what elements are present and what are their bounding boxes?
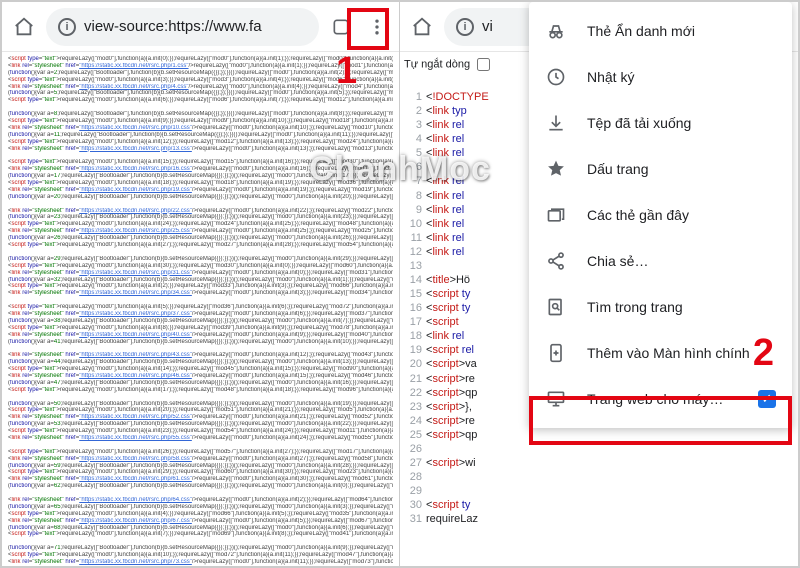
menu-item-desktop[interactable]: Trang web cho máy… ✓: [529, 376, 792, 422]
url-text: view-source:https://www.fa: [84, 18, 262, 35]
menu-item-star[interactable]: Dấu trang: [529, 146, 792, 192]
more-menu-button[interactable]: [363, 13, 391, 41]
menu-item-history[interactable]: Nhật ký: [529, 54, 792, 100]
menu-item-label: Trang web cho máy…: [587, 391, 738, 407]
menu-item-label: Các thẻ gần đây: [587, 207, 776, 223]
url-text: vi: [482, 18, 493, 35]
menu-item-label: Nhật ký: [587, 69, 776, 85]
source-viewer-left: <script type="text">requireLazy(["mod0"]…: [2, 52, 399, 566]
overflow-menu: Thẻ Ẩn danh mới Nhật ký Tệp đã tải xuống Dấ…: [529, 2, 792, 428]
menu-item-label: Thêm vào Màn hình chính: [587, 345, 776, 361]
tabs-button[interactable]: [327, 13, 355, 41]
info-icon: i: [456, 18, 474, 36]
menu-item-addhome[interactable]: Thêm vào Màn hình chính: [529, 330, 792, 376]
menu-item-tabs[interactable]: Các thẻ gần đây: [529, 192, 792, 238]
toolbar-left: i view-source:https://www.fa: [2, 2, 399, 52]
menu-item-label: Chia sẻ…: [587, 253, 776, 269]
menu-item-label: Thẻ Ẩn danh mới: [587, 23, 776, 39]
share-icon: [545, 251, 567, 271]
menu-item-share[interactable]: Chia sẻ…: [529, 238, 792, 284]
home-icon[interactable]: [408, 13, 436, 41]
line-wrap-toggle[interactable]: Tự ngắt dòng: [404, 58, 490, 71]
menu-item-label: Dấu trang: [587, 161, 776, 177]
history-icon: [545, 67, 567, 87]
desktop-icon: [545, 389, 567, 409]
line-numbers: 1234567891011121314151617181920212223242…: [400, 90, 426, 566]
wrap-checkbox[interactable]: [477, 58, 490, 71]
tabs-icon: [545, 205, 567, 225]
menu-item-label: Tệp đã tải xuống: [587, 115, 776, 131]
menu-item-find[interactable]: Tìm trong trang: [529, 284, 792, 330]
menu-item-incognito[interactable]: Thẻ Ẩn danh mới: [529, 8, 792, 54]
addhome-icon: [545, 343, 567, 363]
home-icon[interactable]: [10, 13, 38, 41]
download-icon: [545, 113, 567, 133]
find-icon: [545, 297, 567, 317]
desktop-site-checkbox[interactable]: ✓: [758, 390, 776, 408]
incognito-icon: [545, 21, 567, 41]
star-icon: [545, 159, 567, 179]
menu-item-download[interactable]: Tệp đã tải xuống: [529, 100, 792, 146]
url-bar-left[interactable]: i view-source:https://www.fa: [46, 8, 319, 46]
menu-item-label: Tìm trong trang: [587, 299, 776, 315]
info-icon: i: [58, 18, 76, 36]
